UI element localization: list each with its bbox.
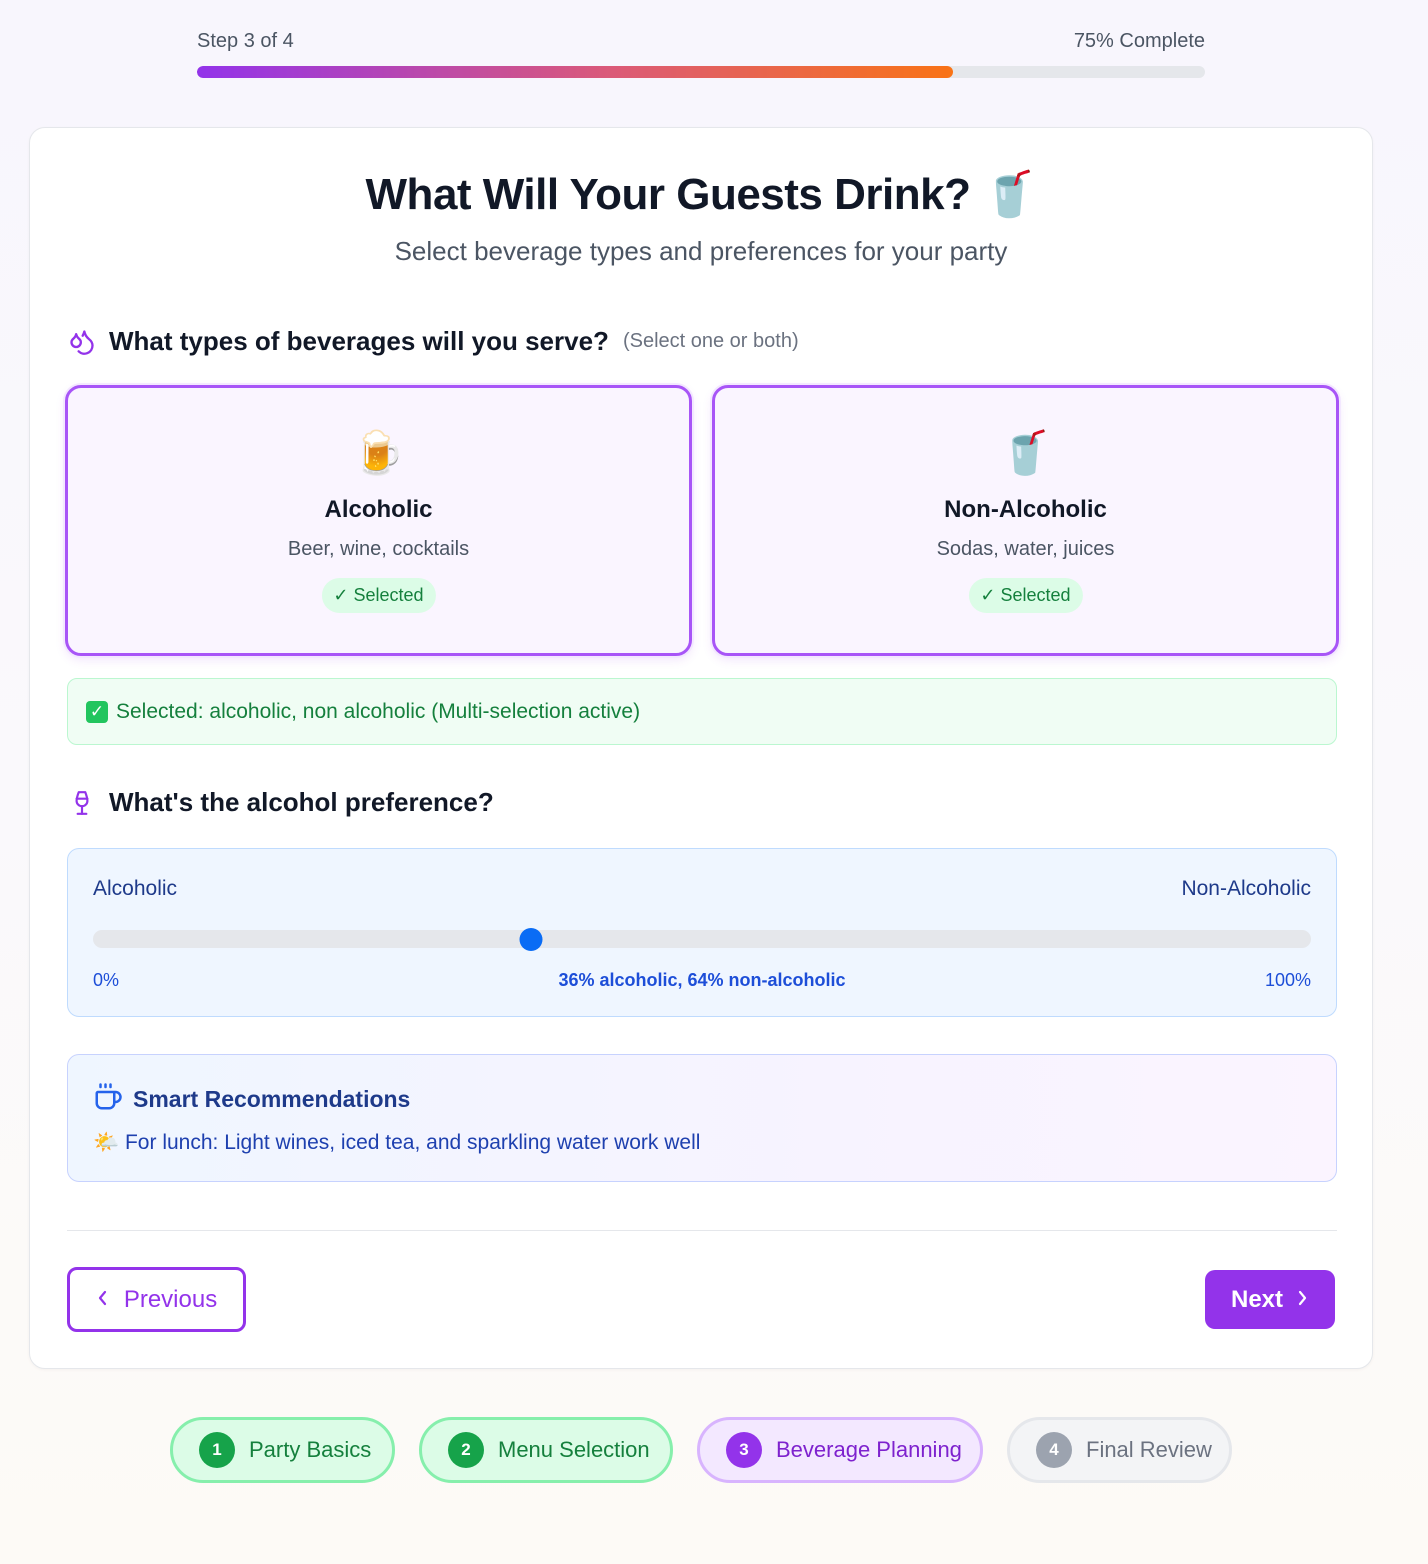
alcohol-preference-heading: What's the alcohol preference? xyxy=(67,787,494,818)
option-description: Sodas, water, juices xyxy=(936,538,1115,560)
coffee-cup-icon xyxy=(93,1082,123,1117)
step-label: Menu Selection xyxy=(498,1437,650,1462)
selected-badge: ✓ Selected xyxy=(968,578,1083,613)
step-counter: Step 3 of 4 xyxy=(197,29,294,52)
option-title: Alcoholic xyxy=(324,496,433,523)
progress-section: Step 3 of 4 75% Complete xyxy=(197,28,1205,78)
page-subtitle: Select beverage types and preferences fo… xyxy=(394,236,1008,266)
progress-bar-fill xyxy=(197,66,953,78)
option-title: Non-Alcoholic xyxy=(944,496,1107,523)
step-party-basics[interactable]: 1 Party Basics xyxy=(170,1417,395,1483)
recommendations-heading: Smart Recommendations xyxy=(93,1082,410,1117)
option-description: Beer, wine, cocktails xyxy=(287,538,470,560)
previous-label: Previous xyxy=(123,1285,218,1313)
step-number: 2 xyxy=(448,1432,484,1468)
progress-labels: Step 3 of 4 75% Complete xyxy=(197,28,1205,54)
soda-cup-icon: 🥤 xyxy=(999,429,1052,476)
page-title: What Will Your Guests Drink? 🥤 xyxy=(365,170,1037,219)
slider-left-label: Alcoholic xyxy=(93,877,178,900)
beer-icon: 🍺 xyxy=(352,429,405,476)
slider-max-label: 100% xyxy=(1264,970,1311,990)
selected-badge: ✓ Selected xyxy=(321,578,436,613)
step-number: 1 xyxy=(199,1432,235,1468)
smart-recommendations: Smart Recommendations 🌤️ For lunch: Ligh… xyxy=(67,1054,1337,1182)
option-non-alcoholic[interactable]: 🥤 Non-Alcoholic Sodas, water, juices ✓ S… xyxy=(712,385,1339,656)
selection-summary: ✓ Selected: alcoholic, non alcoholic (Mu… xyxy=(67,678,1337,745)
step-number: 4 xyxy=(1036,1432,1072,1468)
slider-value-text: 36% alcoholic, 64% non-alcoholic xyxy=(558,970,846,990)
progress-bar xyxy=(197,66,1205,78)
previous-button[interactable]: Previous xyxy=(67,1267,246,1332)
wine-glass-icon xyxy=(67,788,97,818)
option-alcoholic[interactable]: 🍺 Alcoholic Beer, wine, cocktails ✓ Sele… xyxy=(65,385,692,656)
progress-percent: 75% Complete xyxy=(1073,29,1205,52)
selection-summary-text: Selected: alcoholic, non alcoholic (Mult… xyxy=(116,699,641,723)
beverage-types-question: What types of beverages will you serve? xyxy=(109,326,609,356)
alcohol-preference-slider[interactable] xyxy=(93,930,1311,948)
droplets-icon xyxy=(67,327,97,357)
step-label: Final Review xyxy=(1086,1437,1212,1462)
slider-thumb[interactable] xyxy=(519,928,543,951)
chevron-left-icon xyxy=(96,1287,110,1313)
next-label: Next xyxy=(1230,1285,1284,1313)
recommendation-tip: 🌤️ For lunch: Light wines, iced tea, and… xyxy=(93,1131,701,1154)
divider xyxy=(67,1230,1337,1231)
step-label: Party Basics xyxy=(249,1437,372,1462)
chevron-right-icon xyxy=(1295,1287,1309,1313)
step-final-review[interactable]: 4 Final Review xyxy=(1007,1417,1232,1483)
step-label: Beverage Planning xyxy=(776,1437,962,1462)
beverage-step-card: What Will Your Guests Drink? 🥤 Select be… xyxy=(29,127,1373,1369)
beverage-types-hint: (Select one or both) xyxy=(622,330,799,352)
slider-right-label: Non-Alcoholic xyxy=(1181,877,1311,900)
beverage-types-heading: What types of beverages will you serve? … xyxy=(67,326,799,357)
alcohol-preference-question: What's the alcohol preference? xyxy=(109,787,494,817)
alcohol-preference-slider-panel: Alcoholic Non-Alcoholic 0% 36% alcoholic… xyxy=(67,848,1337,1017)
check-mark-icon: ✓ xyxy=(86,700,108,723)
step-beverage-planning[interactable]: 3 Beverage Planning xyxy=(697,1417,983,1483)
recommendations-title: Smart Recommendations xyxy=(133,1086,411,1112)
step-menu-selection[interactable]: 2 Menu Selection xyxy=(419,1417,673,1483)
next-button[interactable]: Next xyxy=(1205,1270,1335,1329)
step-number: 3 xyxy=(726,1432,762,1468)
